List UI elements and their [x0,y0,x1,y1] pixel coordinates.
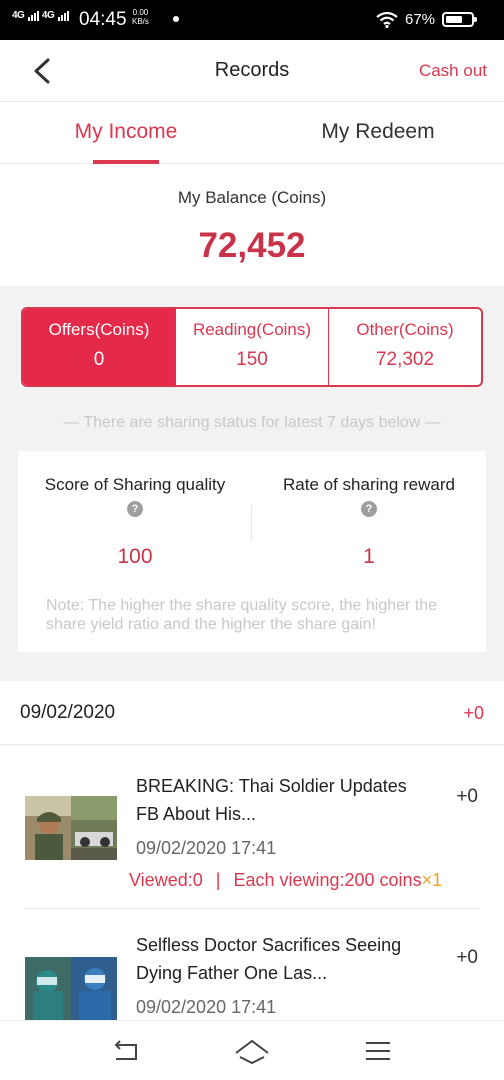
sharing-status-card: Score of Sharing quality ? 100 Rate of s… [18,451,486,652]
article-delta: +0 [456,786,478,807]
balance-panel: My Balance (Coins) 72,452 [0,164,504,286]
menu-icon[interactable] [358,1037,398,1065]
income-record-list: BREAKING: Thai Soldier Updates FB About … [0,746,504,1020]
coin-tab-value: 150 [236,349,268,370]
article-thumbnail [25,796,117,860]
network-speed: 0.00 KB/s [132,8,149,26]
coin-tab-offers[interactable]: Offers(Coins) 0 [23,309,175,385]
coin-tab-value: 72,302 [375,349,435,370]
reward-multiplier: ×1 [421,870,443,890]
cash-out-button[interactable]: Cash out [419,61,487,81]
tab-bar: My Income My Redeem [0,102,504,164]
battery-percent: 67% [405,11,436,28]
coin-tab-label: Reading(Coins) [192,320,312,339]
coin-category-selector: Offers(Coins) 0 Reading(Coins) 150 Other… [21,307,483,387]
chevron-left-icon [34,58,50,84]
network-speed-value: 0.00 [132,8,149,17]
help-icon[interactable]: ? [127,501,143,517]
coin-tab-label: Offers(Coins) [48,320,150,339]
back-button[interactable] [22,54,62,88]
sharing-quality-value: 100 [117,545,153,568]
system-navigation-bar [0,1020,504,1080]
article-delta: +0 [456,947,478,968]
signal-bars-icon [27,10,40,21]
list-item[interactable]: Selfless Doctor Sacrifices Seeing Dying … [0,909,504,1020]
tab-my-redeem[interactable]: My Redeem [252,120,504,144]
date-group-date: 09/02/2020 [20,702,116,723]
signal-indicator: 4G 4G [12,10,70,21]
thumbnail-photo-left [25,957,71,1020]
help-icon[interactable]: ? [361,501,377,517]
article-thumbnail [25,957,117,1020]
battery-icon [442,12,477,27]
balance-label: My Balance (Coins) [177,188,327,207]
sharing-quality-label: Score of Sharing quality [44,475,226,494]
signal-bars-icon [57,10,70,21]
sharing-reward-label: Rate of sharing reward [283,475,455,494]
network-type-1: 4G [12,10,25,21]
article-time: 09/02/2020 17:41 [136,997,277,1017]
coin-tab-value: 0 [93,349,105,370]
coin-tab-label: Other(Coins) [356,320,454,339]
app-header: Records Cash out [0,40,504,102]
thumbnail-photo-left [25,796,71,860]
coin-tab-other[interactable]: Other(Coins) 72,302 [328,309,481,385]
thumbnail-photo-right [71,796,117,860]
notification-dot-icon [173,16,179,22]
each-viewing-reward: Each viewing:200 coins [233,870,422,890]
article-title: Selfless Doctor Sacrifices Seeing Dying … [136,935,402,983]
network-type-2: 4G [41,10,55,21]
sharing-reward-column: Rate of sharing reward ? 1 [252,475,486,569]
back-arrow-icon[interactable] [106,1037,146,1065]
coin-tab-reading[interactable]: Reading(Coins) 150 [175,309,328,385]
wifi-icon [376,11,398,28]
sharing-note: Note: The higher the share quality score… [46,597,438,633]
balance-value: 72,452 [198,226,306,265]
date-group-header[interactable]: 09/02/2020 +0 [0,681,504,745]
viewed-count: Viewed:0 [129,870,203,890]
date-group-delta: +0 [463,703,484,723]
clock: 04:45 [79,9,127,30]
stats-separator: | [215,870,221,890]
home-icon[interactable] [232,1037,272,1065]
list-item[interactable]: BREAKING: Thai Soldier Updates FB About … [0,746,504,908]
sharing-quality-column: Score of Sharing quality ? 100 [18,475,252,569]
tab-my-income[interactable]: My Income [0,120,252,144]
article-time: 09/02/2020 17:41 [136,838,277,858]
article-title: BREAKING: Thai Soldier Updates FB About … [136,776,407,824]
status-bar: 4G 4G 04:45 0.00 KB/s 67% [0,0,504,40]
article-stats: Viewed:0 | Each viewing:200 coins×1 [129,870,442,891]
thumbnail-photo-right [71,957,117,1020]
sharing-hint: — There are sharing status for latest 7 … [63,414,441,431]
network-speed-unit: KB/s [132,17,149,26]
sharing-reward-value: 1 [363,545,375,568]
